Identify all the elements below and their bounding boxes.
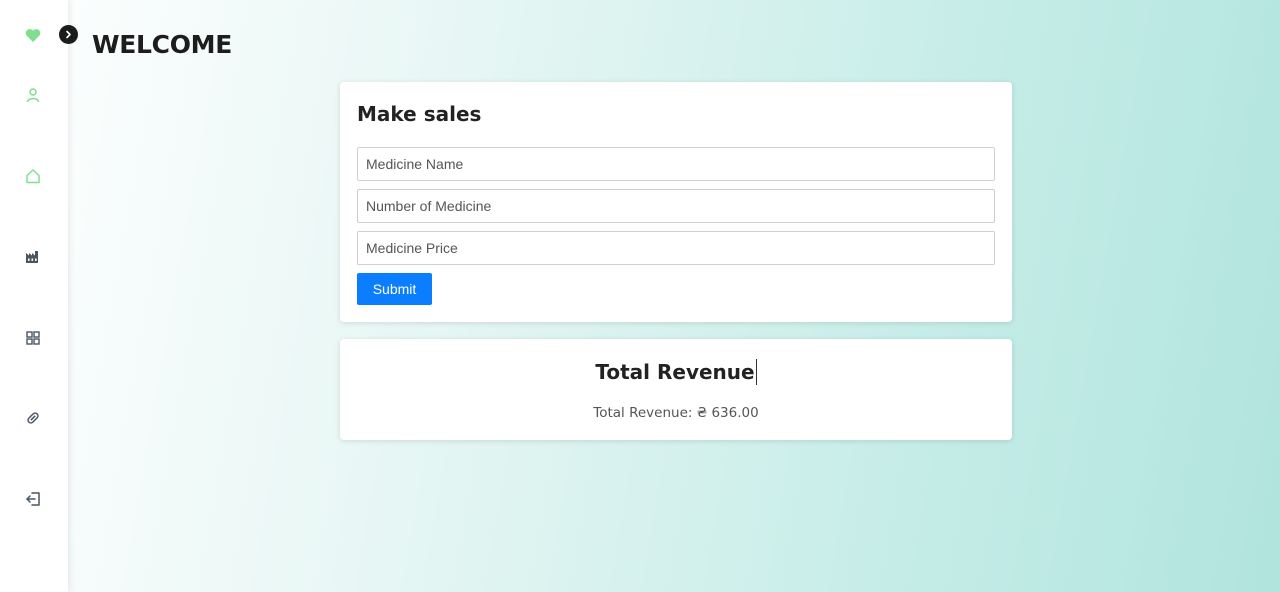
- number-of-medicine-input[interactable]: [357, 189, 995, 223]
- page-title: WELCOME: [92, 30, 233, 59]
- total-revenue-title: Total Revenue: [340, 359, 1012, 385]
- text-cursor: [755, 359, 757, 385]
- logout-icon[interactable]: [20, 486, 46, 512]
- sidebar-toggle-button[interactable]: [59, 25, 78, 44]
- medicine-name-input[interactable]: [357, 147, 995, 181]
- factory-icon[interactable]: [20, 244, 46, 270]
- pill-icon[interactable]: [20, 405, 46, 431]
- submit-button[interactable]: Submit: [357, 273, 432, 305]
- chevron-right-icon: [66, 30, 71, 39]
- medicine-price-input[interactable]: [357, 231, 995, 265]
- home-icon[interactable]: [20, 163, 46, 189]
- make-sales-card: Make sales Submit: [340, 82, 1012, 322]
- total-revenue-title-text: Total Revenue: [595, 360, 755, 384]
- heart-icon[interactable]: [20, 22, 46, 48]
- total-revenue-card: Total Revenue Total Revenue: ₴ 636.00: [340, 339, 1012, 440]
- total-revenue-value: Total Revenue: ₴ 636.00: [593, 405, 759, 421]
- sidebar: [0, 0, 68, 592]
- user-icon[interactable]: [20, 82, 46, 108]
- make-sales-title: Make sales: [357, 102, 482, 126]
- grid-icon[interactable]: [20, 325, 46, 351]
